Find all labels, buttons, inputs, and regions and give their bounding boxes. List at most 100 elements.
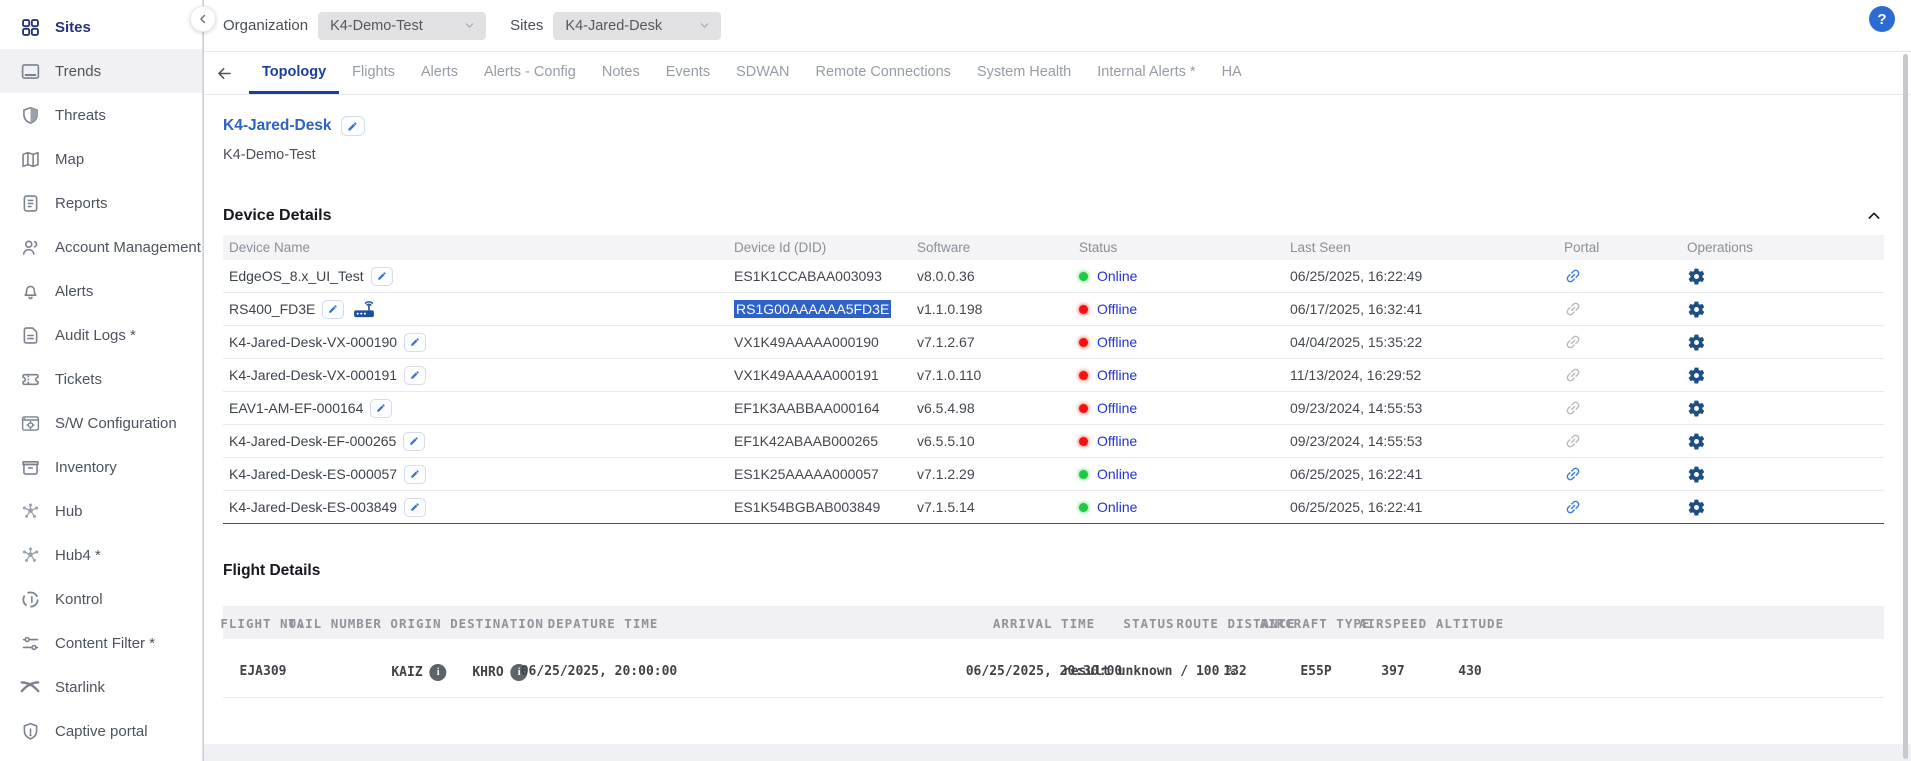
tab-remote-connections[interactable]: Remote Connections bbox=[803, 52, 964, 94]
operations-gear-icon[interactable] bbox=[1687, 333, 1706, 352]
site-organization: K4-Demo-Test bbox=[223, 147, 1884, 163]
sidebar-item-label: Alerts bbox=[55, 283, 93, 300]
edit-device-button[interactable] bbox=[404, 333, 426, 352]
status-link[interactable]: Offline bbox=[1097, 301, 1137, 317]
app-screen: Sites Trends Threats Map Reports bbox=[0, 0, 1911, 761]
operations-gear-icon[interactable] bbox=[1687, 267, 1706, 286]
column-header: AIRSPEED bbox=[1359, 616, 1427, 631]
device-id: ES1K25AAAAA000057 bbox=[728, 466, 911, 482]
status-link[interactable]: Offline bbox=[1097, 400, 1137, 416]
last-seen: 06/25/2025, 16:22:41 bbox=[1284, 466, 1558, 482]
sites-select[interactable]: K4-Jared-Desk bbox=[553, 12, 721, 40]
device-row: K4-Jared-Desk-VX-000191 VX1K49AAAAA00019… bbox=[223, 359, 1884, 392]
portal-link-icon[interactable] bbox=[1564, 267, 1582, 285]
main-scrollbar[interactable] bbox=[1903, 54, 1908, 759]
tab-alerts-config[interactable]: Alerts - Config bbox=[471, 52, 589, 94]
online-dot-icon bbox=[1079, 272, 1088, 281]
edit-site-button[interactable] bbox=[341, 116, 365, 136]
sidebar-item-map[interactable]: Map bbox=[0, 137, 202, 181]
sidebar-item-label: Hub4 * bbox=[55, 547, 101, 564]
help-button[interactable]: ? bbox=[1869, 6, 1895, 32]
sidebar-item-trends[interactable]: Trends bbox=[0, 49, 202, 93]
column-header: DEPATURE TIME bbox=[548, 616, 659, 631]
column-header: TAIL NUMBER bbox=[288, 616, 382, 631]
device-id: EF1K42ABAAB000265 bbox=[728, 433, 911, 449]
sidebar-item-audit-logs[interactable]: Audit Logs * bbox=[0, 313, 202, 357]
last-seen: 06/25/2025, 16:22:49 bbox=[1284, 268, 1558, 284]
tab-internal-alerts[interactable]: Internal Alerts * bbox=[1084, 52, 1208, 94]
column-header: ORIGIN bbox=[390, 616, 441, 631]
device-software: v6.5.5.10 bbox=[911, 433, 1073, 449]
status-link[interactable]: Online bbox=[1097, 499, 1137, 515]
sidebar-item-kontrol[interactable]: Kontrol bbox=[0, 577, 202, 621]
status-link[interactable]: Offline bbox=[1097, 433, 1137, 449]
sidebar-item-starlink[interactable]: Starlink bbox=[0, 665, 202, 709]
sidebar-collapse-button[interactable] bbox=[190, 6, 216, 32]
tab-events[interactable]: Events bbox=[653, 52, 723, 94]
edit-device-button[interactable] bbox=[404, 465, 426, 484]
status-link[interactable]: Online bbox=[1097, 268, 1137, 284]
window-gear-icon bbox=[18, 411, 42, 435]
device-software: v6.5.4.98 bbox=[911, 400, 1073, 416]
sidebar-item-captive-portal[interactable]: Captive portal bbox=[0, 709, 202, 753]
status-link[interactable]: Offline bbox=[1097, 367, 1137, 383]
sidebar-item-label: Trends bbox=[55, 63, 101, 80]
sidebar-item-inventory[interactable]: Inventory bbox=[0, 445, 202, 489]
sidebar-item-alerts[interactable]: Alerts bbox=[0, 269, 202, 313]
sidebar-item-label: Hub bbox=[55, 503, 83, 520]
box-icon bbox=[18, 455, 42, 479]
column-header: Status bbox=[1073, 240, 1284, 255]
device-id: EF1K3AABBAA000164 bbox=[728, 400, 911, 416]
edit-device-button[interactable] bbox=[404, 366, 426, 385]
operations-gear-icon[interactable] bbox=[1687, 300, 1706, 319]
sidebar-item-hub[interactable]: Hub bbox=[0, 489, 202, 533]
sidebar-item-sw-configuration[interactable]: S/W Configuration bbox=[0, 401, 202, 445]
device-name: K4-Jared-Desk-ES-000057 bbox=[229, 466, 397, 482]
tab-bar: Topology Flights Alerts Alerts - Config … bbox=[204, 52, 1911, 95]
shield-icon bbox=[18, 103, 42, 127]
tab-notes[interactable]: Notes bbox=[589, 52, 653, 94]
site-name-link[interactable]: K4-Jared-Desk bbox=[223, 117, 332, 135]
status-link[interactable]: Offline bbox=[1097, 334, 1137, 350]
tab-alerts[interactable]: Alerts bbox=[408, 52, 471, 94]
tab-sdwan[interactable]: SDWAN bbox=[723, 52, 802, 94]
operations-gear-icon[interactable] bbox=[1687, 432, 1706, 451]
router-icon[interactable] bbox=[353, 300, 375, 318]
column-header: Software bbox=[911, 240, 1073, 255]
portal-link-icon[interactable] bbox=[1564, 465, 1582, 483]
sidebar-item-account-management[interactable]: Account Management bbox=[0, 225, 202, 269]
organization-select[interactable]: K4-Demo-Test bbox=[318, 12, 486, 40]
operations-gear-icon[interactable] bbox=[1687, 399, 1706, 418]
back-button[interactable] bbox=[213, 62, 235, 84]
tab-system-health[interactable]: System Health bbox=[964, 52, 1084, 94]
portal-link-icon[interactable] bbox=[1564, 498, 1582, 516]
sidebar-item-threats[interactable]: Threats bbox=[0, 93, 202, 137]
column-header: AIRCRAFT TYPE bbox=[1260, 616, 1371, 631]
tab-topology[interactable]: Topology bbox=[249, 52, 339, 94]
sidebar-item-label: Sites bbox=[55, 19, 91, 36]
operations-gear-icon[interactable] bbox=[1687, 465, 1706, 484]
edit-device-button[interactable] bbox=[370, 399, 392, 418]
pencil-icon bbox=[410, 337, 420, 347]
edit-device-button[interactable] bbox=[403, 432, 425, 451]
operations-gear-icon[interactable] bbox=[1687, 498, 1706, 517]
sidebar-item-sites[interactable]: Sites bbox=[0, 5, 202, 49]
device-name: K4-Jared-Desk-ES-003849 bbox=[229, 499, 397, 515]
operations-gear-icon[interactable] bbox=[1687, 366, 1706, 385]
device-id: VX1K49AAAAA000190 bbox=[728, 334, 911, 350]
sidebar-item-content-filter[interactable]: Content Filter * bbox=[0, 621, 202, 665]
collapse-section-button[interactable] bbox=[1864, 206, 1884, 226]
tab-flights[interactable]: Flights bbox=[339, 52, 408, 94]
sidebar-item-tickets[interactable]: Tickets bbox=[0, 357, 202, 401]
info-icon[interactable]: i bbox=[430, 664, 447, 681]
tab-ha[interactable]: HA bbox=[1209, 52, 1255, 94]
edit-device-button[interactable] bbox=[322, 300, 344, 319]
sidebar-item-reports[interactable]: Reports bbox=[0, 181, 202, 225]
status-link[interactable]: Online bbox=[1097, 466, 1137, 482]
portal-link-icon bbox=[1564, 366, 1582, 384]
edit-device-button[interactable] bbox=[371, 267, 393, 286]
sidebar-item-hub4[interactable]: Hub4 * bbox=[0, 533, 202, 577]
edit-device-button[interactable] bbox=[404, 498, 426, 517]
device-row: K4-Jared-Desk-EF-000265 EF1K42ABAAB00026… bbox=[223, 425, 1884, 458]
sidebar-item-label: Inventory bbox=[55, 459, 117, 476]
